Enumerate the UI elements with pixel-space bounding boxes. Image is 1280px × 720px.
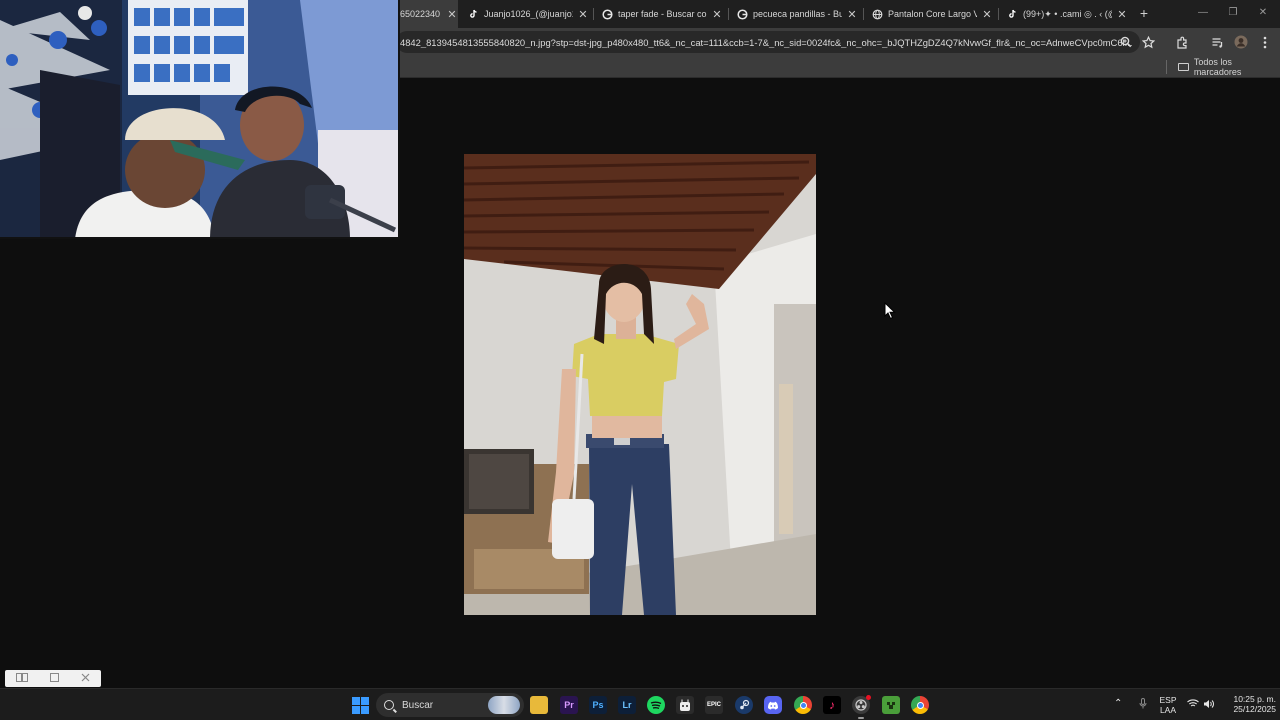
displayed-photo[interactable] bbox=[464, 154, 816, 615]
tab-close-icon[interactable]: ✕ bbox=[711, 8, 723, 21]
tiktok-icon bbox=[468, 9, 479, 20]
steam-icon[interactable] bbox=[735, 696, 753, 714]
minecraft-icon[interactable] bbox=[882, 696, 900, 714]
media-control-icon[interactable] bbox=[1209, 34, 1225, 50]
profile-avatar[interactable] bbox=[1233, 34, 1249, 50]
floating-mini-widget[interactable] bbox=[5, 670, 101, 687]
tab-title: pecueca pandillas - Buscar bbox=[753, 9, 842, 19]
clock[interactable]: 10:25 p. m. 25/12/2025 bbox=[1220, 694, 1276, 714]
google-icon bbox=[737, 8, 748, 20]
webcam-overlay bbox=[0, 0, 400, 239]
close-window-icon[interactable]: ✕ bbox=[1256, 6, 1270, 20]
search-highlight-icon bbox=[488, 696, 520, 714]
tab-close-icon[interactable]: ✕ bbox=[446, 8, 458, 21]
running-indicator bbox=[858, 717, 864, 719]
bookmarks-separator bbox=[1166, 60, 1167, 74]
lightroom-icon[interactable]: Lr bbox=[618, 696, 636, 714]
tab-tiktok-cami[interactable]: (99+)✦ • .cami ◎ . ‹ (@ ✕ bbox=[1004, 0, 1128, 28]
tiktok-icon bbox=[1007, 9, 1018, 20]
clock-time: 10:25 p. m. bbox=[1233, 694, 1276, 704]
tab-close-icon[interactable]: ✕ bbox=[846, 8, 858, 21]
premiere-icon[interactable]: Pr bbox=[560, 696, 578, 714]
mouse-cursor-icon bbox=[884, 301, 896, 320]
all-bookmarks-button[interactable]: Todos los marcadores bbox=[1178, 57, 1280, 77]
chrome-alt-icon[interactable] bbox=[911, 696, 929, 714]
taskbar-search[interactable]: Buscar bbox=[376, 693, 524, 717]
snap-layout-icon[interactable] bbox=[16, 672, 28, 685]
globe-icon bbox=[872, 9, 883, 20]
tab-title: taper fade - Buscar con Google bbox=[618, 9, 707, 19]
tab-google-taper[interactable]: taper fade - Buscar con Google ✕ bbox=[599, 0, 723, 28]
folder-icon bbox=[1178, 63, 1189, 71]
address-bar[interactable]: 4842_8139454813555840820_n.jpg?stp=dst-j… bbox=[396, 31, 1140, 53]
tab-close-icon[interactable]: ✕ bbox=[577, 8, 589, 21]
language-code: ESP bbox=[1159, 695, 1177, 705]
recording-badge-icon bbox=[866, 695, 871, 700]
close-icon[interactable] bbox=[81, 673, 90, 685]
maximize-icon[interactable]: ❐ bbox=[1226, 6, 1240, 20]
discord-icon[interactable] bbox=[764, 696, 782, 714]
extensions-icon[interactable] bbox=[1174, 34, 1190, 50]
search-icon bbox=[384, 700, 394, 710]
minimize-icon[interactable]: — bbox=[1196, 6, 1210, 20]
chevron-up-icon[interactable]: ⌃ bbox=[1114, 699, 1122, 709]
maximize-icon[interactable] bbox=[50, 672, 59, 685]
tab-separator bbox=[728, 8, 729, 20]
taskbar-search-label: Buscar bbox=[402, 699, 434, 711]
windows-taskbar: Buscar Pr Ps Lr EPIC ♪ ⌃ ESP LAA 10:25 p… bbox=[0, 688, 1280, 720]
tab-close-icon[interactable]: ✕ bbox=[981, 8, 993, 21]
tab-title: Pantalon Core Largo Ver bbox=[888, 9, 977, 19]
tab-tiktok-juanjo[interactable]: Juanjo1026_(@juanjo1026 ✕ bbox=[465, 0, 589, 28]
spotify-icon[interactable] bbox=[647, 696, 665, 714]
windows-start-icon[interactable] bbox=[351, 696, 369, 714]
file-explorer-icon[interactable] bbox=[530, 696, 548, 714]
bookmark-star-icon[interactable] bbox=[1140, 34, 1156, 50]
tab-separator bbox=[998, 8, 999, 20]
clock-date: 25/12/2025 bbox=[1233, 704, 1276, 714]
tab-separator bbox=[593, 8, 594, 20]
tiktok-icon[interactable]: ♪ bbox=[823, 696, 841, 714]
tab-close-icon[interactable]: ✕ bbox=[1116, 8, 1128, 21]
chrome-icon[interactable] bbox=[794, 696, 812, 714]
url-text[interactable]: 4842_8139454813555840820_n.jpg?stp=dst-j… bbox=[400, 37, 1140, 48]
language-indicator[interactable]: ESP LAA bbox=[1157, 695, 1179, 715]
menu-kebab-icon[interactable] bbox=[1257, 34, 1273, 50]
tab-title: 65022340 bbox=[400, 9, 441, 19]
new-tab-button[interactable]: + bbox=[1136, 5, 1152, 21]
keyboard-layout: LAA bbox=[1159, 705, 1177, 715]
tab-separator bbox=[863, 8, 864, 20]
tab-google-pecueca[interactable]: pecueca pandillas - Buscar ✕ bbox=[734, 0, 858, 28]
all-bookmarks-label: Todos los marcadores bbox=[1193, 57, 1242, 77]
volume-icon[interactable] bbox=[1202, 699, 1216, 711]
tab-title: Juanjo1026_(@juanjo1026 bbox=[484, 9, 573, 19]
google-icon bbox=[602, 8, 613, 20]
tab-pantalon[interactable]: Pantalon Core Largo Ver ✕ bbox=[869, 0, 993, 28]
photoshop-icon[interactable]: Ps bbox=[589, 696, 607, 714]
app-icon[interactable] bbox=[676, 696, 694, 714]
epic-games-icon[interactable]: EPIC bbox=[705, 696, 723, 714]
tab-image[interactable]: 65022340 ✕ bbox=[396, 0, 458, 28]
zoom-icon[interactable] bbox=[1118, 34, 1134, 50]
tab-title: (99+)✦ • .cami ◎ . ‹ (@ bbox=[1023, 8, 1112, 19]
microphone-icon[interactable] bbox=[1137, 698, 1149, 711]
wifi-icon[interactable] bbox=[1186, 699, 1200, 710]
